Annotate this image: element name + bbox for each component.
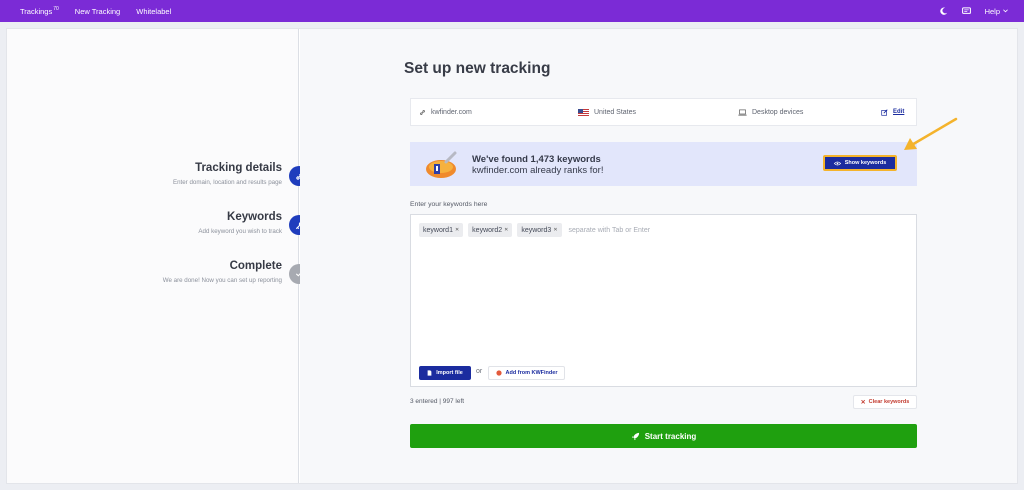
show-keywords-label: Show keywords [844, 160, 887, 166]
keywords-input[interactable]: keyword1 ✕ keyword2 ✕ keyword3 ✕ separate w… [410, 214, 917, 387]
eye-icon [833, 161, 841, 165]
kwfinder-logo-icon [495, 370, 502, 376]
annotation-arrow-icon [904, 117, 958, 150]
step-subtitle: Add keyword you wish to track [198, 228, 282, 235]
keyword-chip[interactable]: keyword1 ✕ [419, 223, 464, 237]
banner-text: We've found 1,473 keywords kwfinder.com … [472, 154, 603, 176]
nav-whitelabel[interactable]: Whitelabel [136, 7, 171, 16]
messages-button[interactable] [961, 7, 971, 15]
remove-chip-icon[interactable]: ✕ [553, 227, 557, 233]
step-subtitle: We are done! Now you can set up reportin… [162, 277, 282, 284]
chip-label: keyword2 [472, 226, 503, 234]
trackings-count-badge: 70 [53, 6, 59, 12]
step-title: Keywords [227, 211, 282, 223]
step-subtitle: Enter domain, location and results page [172, 179, 282, 186]
rocket-icon [631, 432, 639, 440]
close-icon: ✕ [860, 399, 866, 406]
step-title: Tracking details [195, 162, 282, 174]
location-value: United States [594, 108, 637, 116]
found-keywords-banner: We've found 1,473 keywords kwfinder.com … [410, 142, 917, 186]
show-keywords-button[interactable]: Show keywords [823, 155, 897, 171]
nav-trackings[interactable]: Trackings70 [20, 6, 59, 16]
keyword-counter: 3 entered | 997 left [410, 398, 465, 405]
banner-line-1: We've found 1,473 keywords [472, 154, 601, 165]
topbar-actions: Help [939, 0, 1008, 22]
file-icon [427, 370, 432, 376]
step-complete: Complete We are done! Now you can set up… [163, 260, 282, 284]
import-file-button[interactable]: Import file [419, 366, 471, 380]
help-menu[interactable]: Help [985, 7, 1008, 16]
start-tracking-label: Start tracking [644, 431, 697, 441]
or-separator: or [476, 368, 483, 375]
message-icon [961, 7, 971, 14]
chip-label: keyword3 [521, 226, 552, 234]
keywords-illustration-icon [426, 151, 457, 178]
keyword-chip[interactable]: keyword3 ✕ [517, 223, 562, 237]
banner-line-2: kwfinder.com already ranks for! [472, 165, 604, 176]
page-title: Set up new tracking [404, 60, 551, 77]
step-tracking-details: Tracking details Enter domain, location … [173, 162, 282, 186]
top-navbar: Trackings70 New Tracking Whitelabel Help [0, 0, 1024, 22]
moon-icon [939, 7, 947, 15]
chevron-down-icon [1003, 9, 1008, 13]
remove-chip-icon[interactable]: ✕ [504, 227, 508, 233]
nav-new-tracking[interactable]: New Tracking [75, 7, 120, 16]
device-setting: Desktop devices [738, 99, 803, 125]
steps-sidebar: Tracking details Enter domain, location … [7, 29, 299, 483]
add-from-kwfinder-label: Add from KWFinder [505, 370, 558, 376]
keyword-chips: keyword1 ✕ keyword2 ✕ keyword3 ✕ separate w… [419, 223, 650, 237]
step-title: Complete [229, 260, 282, 272]
import-file-label: Import file [436, 370, 463, 376]
chip-label: keyword1 [423, 226, 453, 234]
step-keywords: Keywords Add keyword you wish to track [198, 211, 282, 235]
clear-keywords-label: Clear keywords [868, 399, 910, 405]
keyword-chip[interactable]: keyword2 ✕ [468, 223, 513, 237]
laptop-icon [738, 109, 747, 116]
help-label: Help [984, 6, 1000, 16]
us-flag-icon [578, 108, 589, 116]
main-nav: Trackings70 New Tracking Whitelabel [20, 0, 171, 22]
remove-chip-icon[interactable]: ✕ [455, 227, 459, 233]
domain-value: kwfinder.com [431, 108, 472, 116]
location-setting: United States [578, 99, 636, 125]
tracking-settings-card: kwfinder.com United States Desktop devic… [410, 98, 917, 126]
start-tracking-button[interactable]: Start tracking [410, 424, 917, 448]
nav-trackings-label: Trackings [20, 7, 53, 16]
domain-setting: kwfinder.com [419, 99, 472, 125]
add-from-kwfinder-button[interactable]: Add from KWFinder [488, 366, 565, 380]
keywords-placeholder: separate with Tab or Enter [568, 226, 651, 234]
link-icon [420, 109, 425, 115]
edit-icon [881, 108, 888, 116]
clear-keywords-button[interactable]: ✕ Clear keywords [853, 395, 917, 409]
device-value: Desktop devices [752, 108, 804, 116]
dark-mode-toggle[interactable] [939, 7, 948, 15]
edit-label: Edit [893, 109, 905, 115]
keywords-label: Enter your keywords here [410, 201, 488, 208]
